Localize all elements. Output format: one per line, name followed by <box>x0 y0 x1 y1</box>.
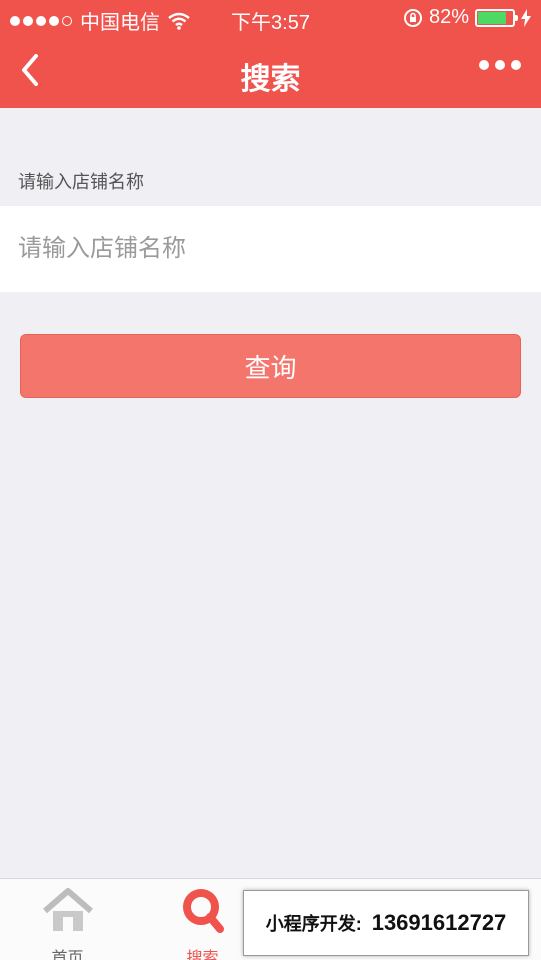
nav-bar: 搜索 <box>0 36 541 108</box>
top-bar: 中国电信 下午3:57 82% 搜索 <box>0 0 541 108</box>
charging-icon <box>521 8 531 27</box>
home-icon <box>42 888 93 931</box>
shop-name-label: 请输入店铺名称 <box>18 172 144 192</box>
shop-name-input-row <box>0 206 541 292</box>
battery-icon <box>475 8 518 27</box>
status-right: 82% <box>403 6 531 29</box>
search-icon <box>182 889 224 933</box>
status-bar: 中国电信 下午3:57 82% <box>0 0 541 36</box>
query-button[interactable]: 查询 <box>20 334 521 398</box>
battery-percent: 82% <box>428 6 469 28</box>
promo-label: 小程序开发: <box>265 914 362 934</box>
shop-name-input[interactable] <box>0 206 541 292</box>
promo-overlay: 小程序开发: 13691612727 <box>243 890 529 956</box>
tab-home[interactable]: 首页 <box>0 879 135 960</box>
more-dots-icon[interactable] <box>479 60 521 70</box>
promo-phone: 13691612727 <box>371 910 507 935</box>
tab-home-label: 首页 <box>51 950 84 960</box>
rotation-lock-icon <box>403 8 422 27</box>
page-title: 搜索 <box>240 63 301 96</box>
